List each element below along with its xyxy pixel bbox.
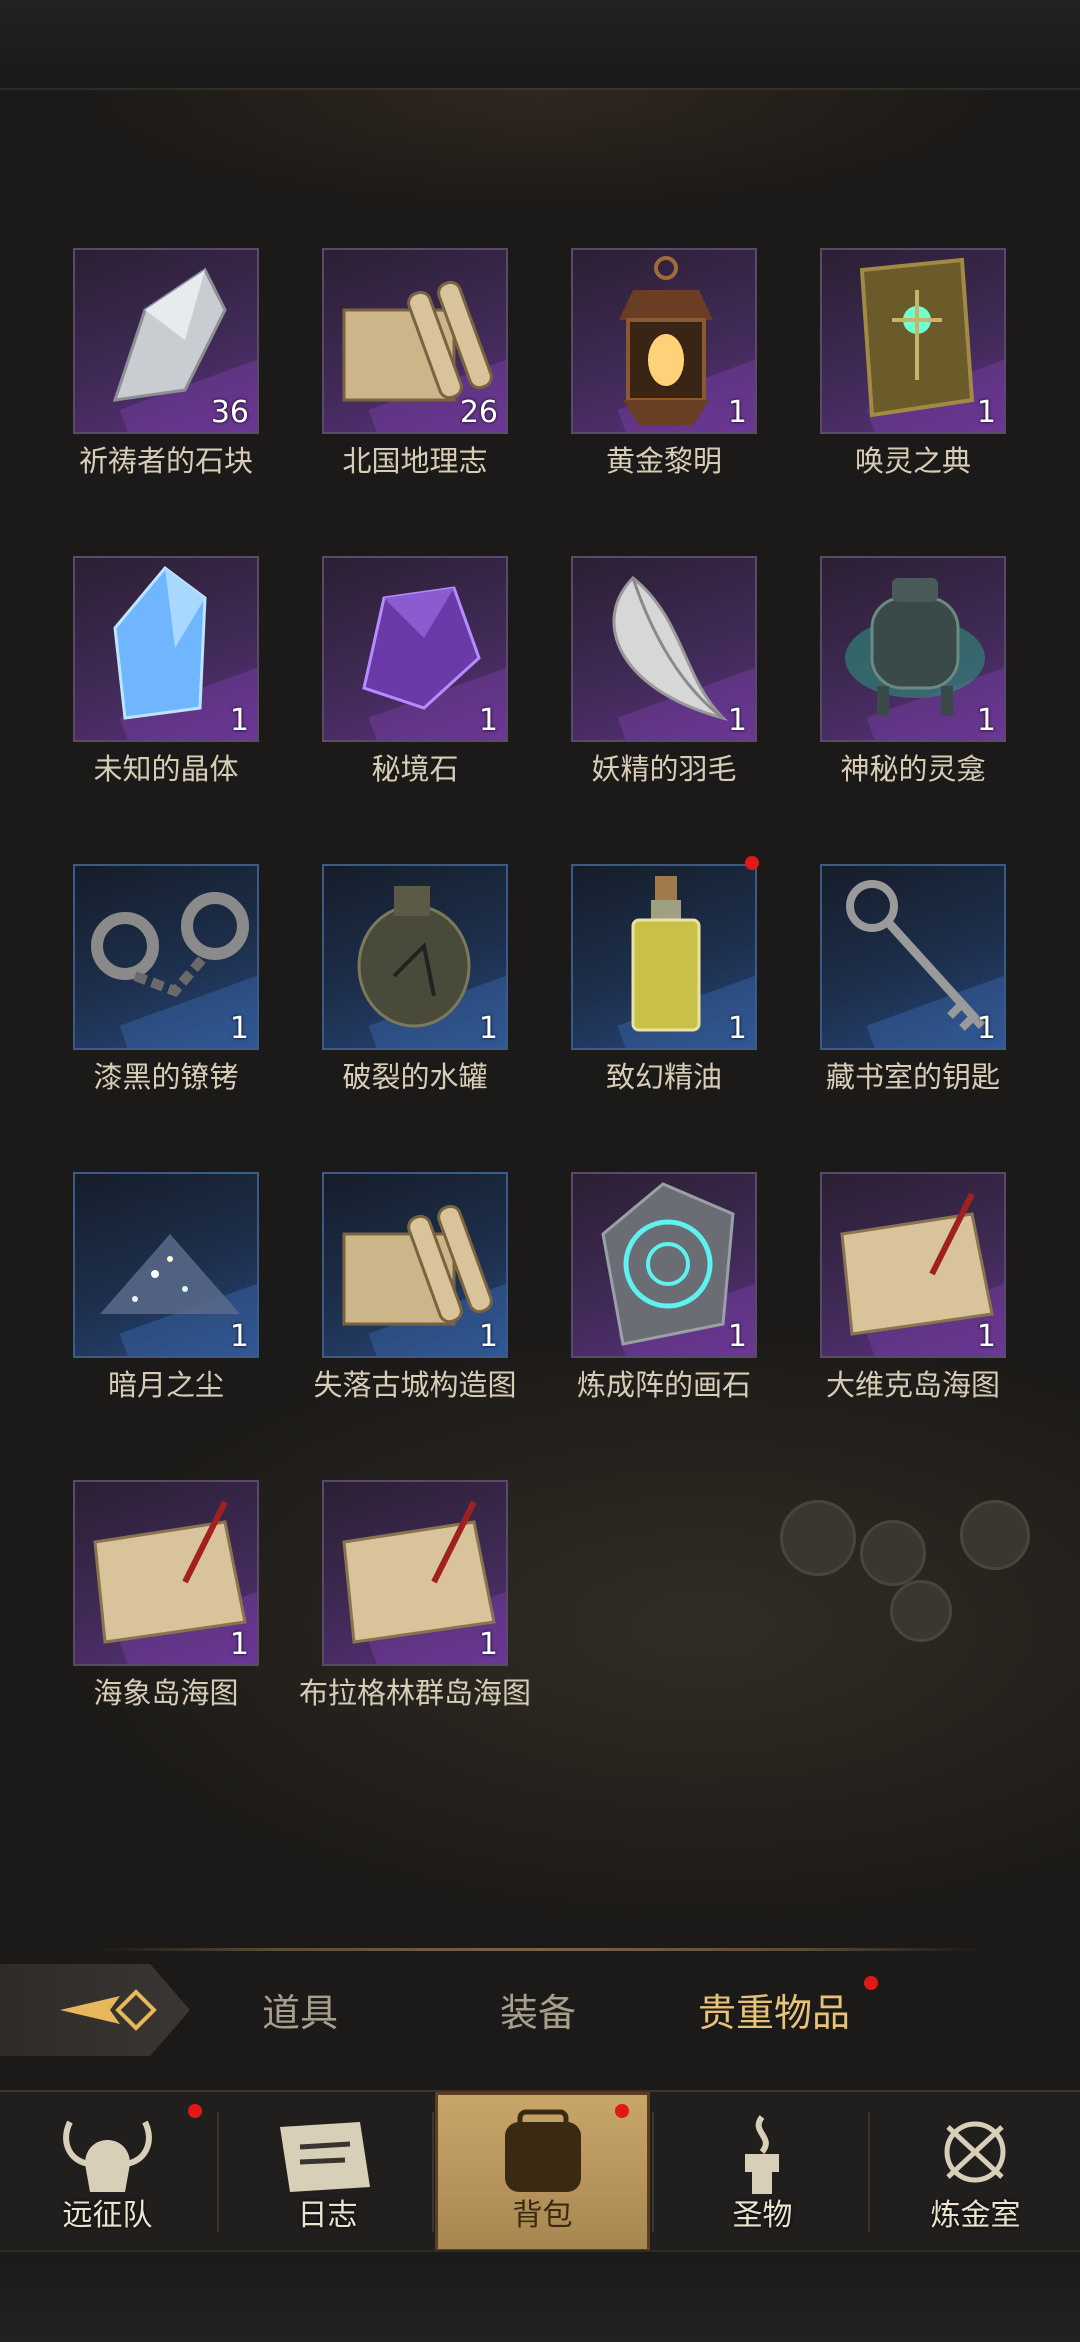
item-count: 1 [727, 1319, 747, 1354]
item-count: 1 [478, 1319, 498, 1354]
item-tile[interactable]: 1 [73, 864, 259, 1050]
item-count: 1 [976, 1319, 996, 1354]
journal-icon [280, 2122, 370, 2192]
nav-label: 远征队 [62, 2198, 153, 2233]
item-name: 暗月之尘 [107, 1368, 224, 1402]
item-name: 北国地理志 [342, 444, 488, 478]
item-name: 漆黑的镣铐 [93, 1060, 239, 1094]
viking-helmet-icon [63, 2120, 152, 2192]
nav-badge [615, 2104, 629, 2118]
item-tile[interactable]: 1 [820, 556, 1006, 742]
item-name: 未知的晶体 [93, 752, 239, 786]
arrow-left-icon [60, 1989, 157, 2031]
item-name: 失落古城构造图 [313, 1368, 517, 1402]
item-count: 1 [727, 1011, 747, 1046]
item-tile[interactable]: 1 [571, 556, 757, 742]
relic-icon [745, 2115, 779, 2194]
item-count: 1 [727, 395, 747, 430]
item-name: 神秘的灵龛 [840, 752, 986, 786]
item-count: 1 [727, 703, 747, 738]
tab-divider [100, 1948, 980, 1951]
item-tile[interactable]: 1 [571, 1172, 757, 1358]
item-tile[interactable]: 1 [73, 556, 259, 742]
item-tile[interactable]: 1 [322, 556, 508, 742]
nav-label: 日志 [297, 2198, 358, 2233]
item-name: 海象岛海图 [93, 1676, 239, 1710]
item-count: 1 [976, 1011, 996, 1046]
nav-label: 炼金室 [930, 2198, 1021, 2233]
item-count: 1 [478, 703, 498, 738]
item-count: 1 [976, 395, 996, 430]
item-tile[interactable]: 1 [820, 864, 1006, 1050]
item-name: 妖精的羽毛 [591, 752, 737, 786]
item-count: 26 [459, 395, 498, 430]
item-name: 黄金黎明 [605, 444, 722, 478]
tab-equipment[interactable]: 装备 [500, 1982, 576, 2037]
nav-expedition[interactable]: 远征队 [0, 2092, 215, 2252]
item-name: 炼成阵的画石 [576, 1368, 751, 1402]
item-tile[interactable]: 26 [322, 248, 508, 434]
item-name: 致幻精油 [605, 1060, 722, 1094]
item-tile[interactable]: 1 [322, 1172, 508, 1358]
tab-valuables[interactable]: 贵重物品 [698, 1982, 850, 2037]
item-name: 唤灵之典 [854, 444, 971, 478]
item-tile[interactable]: 1 [571, 248, 757, 434]
item-tile[interactable]: 1 [73, 1172, 259, 1358]
category-tabs: 道具 装备 贵重物品 [0, 1960, 1080, 2060]
item-tile[interactable]: 1 [820, 248, 1006, 434]
nav-backpack[interactable]: 背包 [435, 2092, 650, 2252]
nav-journal[interactable]: 日志 [220, 2092, 435, 2252]
top-frame [0, 0, 1080, 90]
nav-label: 圣物 [732, 2198, 793, 2233]
bottom-nav: 远征队 日志 背包 圣物 炼金室 [0, 2090, 1080, 2252]
item-count: 1 [478, 1627, 498, 1662]
back-button[interactable] [0, 1964, 190, 2056]
top-ornament [0, 88, 1080, 228]
item-count: 1 [229, 703, 249, 738]
nav-relics[interactable]: 圣物 [655, 2092, 870, 2252]
item-count: 1 [229, 1319, 249, 1354]
item-tile[interactable]: 1 [322, 864, 508, 1050]
item-count: 1 [229, 1627, 249, 1662]
item-count: 1 [976, 703, 996, 738]
tab-items[interactable]: 道具 [262, 1982, 338, 2037]
item-name: 布拉格林群岛海图 [298, 1676, 531, 1710]
item-count: 1 [229, 1011, 249, 1046]
item-name: 破裂的水罐 [342, 1060, 488, 1094]
nav-badge [188, 2104, 202, 2118]
bottom-frame [0, 2250, 1080, 2342]
item-count: 36 [210, 395, 249, 430]
item-tile[interactable]: 36 [73, 248, 259, 434]
item-tile[interactable]: 1 [571, 864, 757, 1050]
item-name: 秘境石 [371, 752, 459, 786]
item-name: 祈祷者的石块 [78, 444, 253, 478]
alchemy-icon [944, 2121, 1006, 2183]
item-tile[interactable]: 1 [73, 1480, 259, 1666]
item-tile[interactable]: 1 [322, 1480, 508, 1666]
item-name: 藏书室的钥匙 [825, 1060, 1000, 1094]
item-tile[interactable]: 1 [820, 1172, 1006, 1358]
new-item-badge [745, 856, 759, 870]
nav-alchemy[interactable]: 炼金室 [868, 2092, 1080, 2252]
tab-badge [864, 1976, 878, 1990]
item-name: 大维克岛海图 [825, 1368, 1000, 1402]
item-count: 1 [478, 1011, 498, 1046]
nav-label: 背包 [512, 2198, 573, 2233]
